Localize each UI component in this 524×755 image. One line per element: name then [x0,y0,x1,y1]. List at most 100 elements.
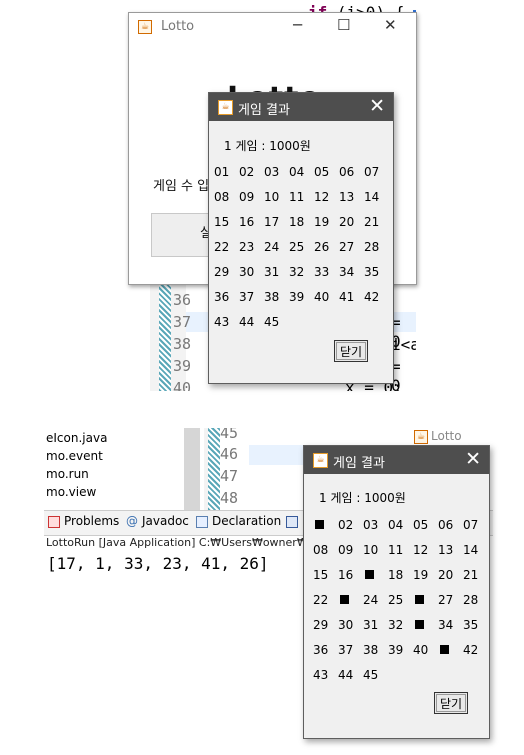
lotto-number: 29 [313,618,329,632]
close-icon[interactable]: ✕ [465,448,481,470]
lotto-number: 40 [413,643,429,657]
lotto-number: 41 [339,290,355,304]
editor-change-stripe [159,270,171,391]
lotto-number: 37 [338,643,354,657]
lotto-number: 36 [313,643,329,657]
java-icon: ☕ [313,453,328,468]
games-count-label: 게임 수 입 [153,179,210,194]
close-button[interactable]: 닫기 [434,692,468,714]
lotto-number: 35 [463,618,479,632]
package-tree-item[interactable]: mo.run [46,467,89,481]
lotto-number: 27 [339,240,355,254]
tab-javadoc[interactable]: @ Javadoc [126,514,189,528]
selected-number-mark [338,588,363,613]
number-grid: 01 02 03 04 05 06 07 08 09 10 11 12 13 14 15 16 17 18 19 20… [214,160,389,335]
selected-square-icon [440,645,449,654]
lotto-number: 17 [264,215,280,229]
lotto-number: 03 [264,165,280,179]
close-icon[interactable]: ✕ [384,16,397,34]
lotto-number: 09 [338,543,354,557]
lotto-number: 08 [214,190,230,204]
line-number: 36 [173,291,192,309]
lotto-number: 31 [264,265,280,279]
dialog-titlebar: ☕ 게임 결과 ✕ [304,446,489,474]
lotto-number: 44 [239,315,255,329]
lotto-number: 02 [239,165,255,179]
lotto-number: 27 [438,593,454,607]
lotto-number: 22 [313,593,329,607]
lotto-number: 45 [264,315,280,329]
selected-square-icon [315,520,324,529]
lotto-number: 24 [363,593,379,607]
lotto-number: 10 [264,190,280,204]
lotto-number: 12 [314,190,330,204]
lotto-number: 12 [413,543,429,557]
lotto-number: 39 [388,643,404,657]
game-info: 1 게임 : 1000원 [224,139,311,153]
declaration-icon [196,515,208,528]
lotto-number: 15 [214,215,230,229]
selected-square-icon [415,595,424,604]
lotto-number: 25 [289,240,305,254]
lotto-number: 18 [388,568,404,582]
java-icon: ☕ [218,100,233,115]
lotto-number: 32 [289,265,305,279]
lotto-number: 20 [339,215,355,229]
lotto-number: 38 [264,290,280,304]
lotto-number: 36 [214,290,230,304]
lotto-number: 16 [239,215,255,229]
line-number: 45 [220,428,239,442]
lotto-number: 05 [413,518,429,532]
package-tree-item[interactable]: mo.view [46,485,96,499]
selected-square-icon [415,620,424,629]
lotto-number: 04 [388,518,404,532]
lotto-number: 11 [289,190,305,204]
lotto-number: 34 [339,265,355,279]
lotto-number: 01 [214,165,230,179]
lotto-number: 18 [289,215,305,229]
selected-square-icon [365,570,374,579]
lotto-number: 08 [313,543,329,557]
lotto-number: 14 [463,543,479,557]
code-fragment: i<a [391,335,416,354]
lotto-number: 42 [364,290,380,304]
game-info: 1 게임 : 1000원 [319,491,406,505]
lotto-number: 06 [339,165,355,179]
view-splitter[interactable] [184,428,200,510]
line-number: 37 [173,313,192,331]
lotto-number: 43 [214,315,230,329]
result-dialog: ☕ 게임 결과 ✕ 1 게임 : 1000원 01 02 03 04 05 06 07 08 0… [208,92,394,384]
close-button[interactable]: 닫기 [334,340,368,362]
tab-problems[interactable]: Problems [48,514,119,528]
lotto-number: 42 [463,643,479,657]
package-tree-item[interactable]: mo.event [46,449,103,463]
java-icon: ☕ [414,429,428,444]
close-icon[interactable]: ✕ [369,95,385,117]
lotto-number: 29 [214,265,230,279]
background-window-title: ☕ Lotto [414,429,462,444]
lotto-number: 33 [314,265,330,279]
lotto-number: 04 [289,165,305,179]
dialog-title: 게임 결과 [333,456,385,471]
console-icon[interactable] [286,516,298,528]
maximize-icon[interactable]: ☐ [337,16,350,34]
minimize-icon[interactable]: ─ [293,16,302,34]
lotto-number: 20 [438,568,454,582]
lotto-number: 39 [289,290,305,304]
lotto-number: 11 [388,543,404,557]
number-grid: 02 03 04 05 06 07 08 09 10 11 12 13 14 15 16 18 19 20 21 22… [313,513,488,688]
lotto-number: 28 [364,240,380,254]
lotto-number: 13 [438,543,454,557]
lotto-number: 21 [463,568,479,582]
lotto-number: 23 [239,240,255,254]
line-number: 40 [173,379,192,391]
selected-number-mark [313,513,338,538]
tab-declaration[interactable]: Declaration [196,514,281,528]
editor-change-stripe [208,428,220,510]
lotto-number: 09 [239,190,255,204]
package-tree-item[interactable]: eIcon.java [46,431,107,445]
lotto-number: 16 [338,568,354,582]
lotto-number: 45 [363,668,379,682]
lotto-number: 25 [388,593,404,607]
lotto-number: 32 [388,618,404,632]
